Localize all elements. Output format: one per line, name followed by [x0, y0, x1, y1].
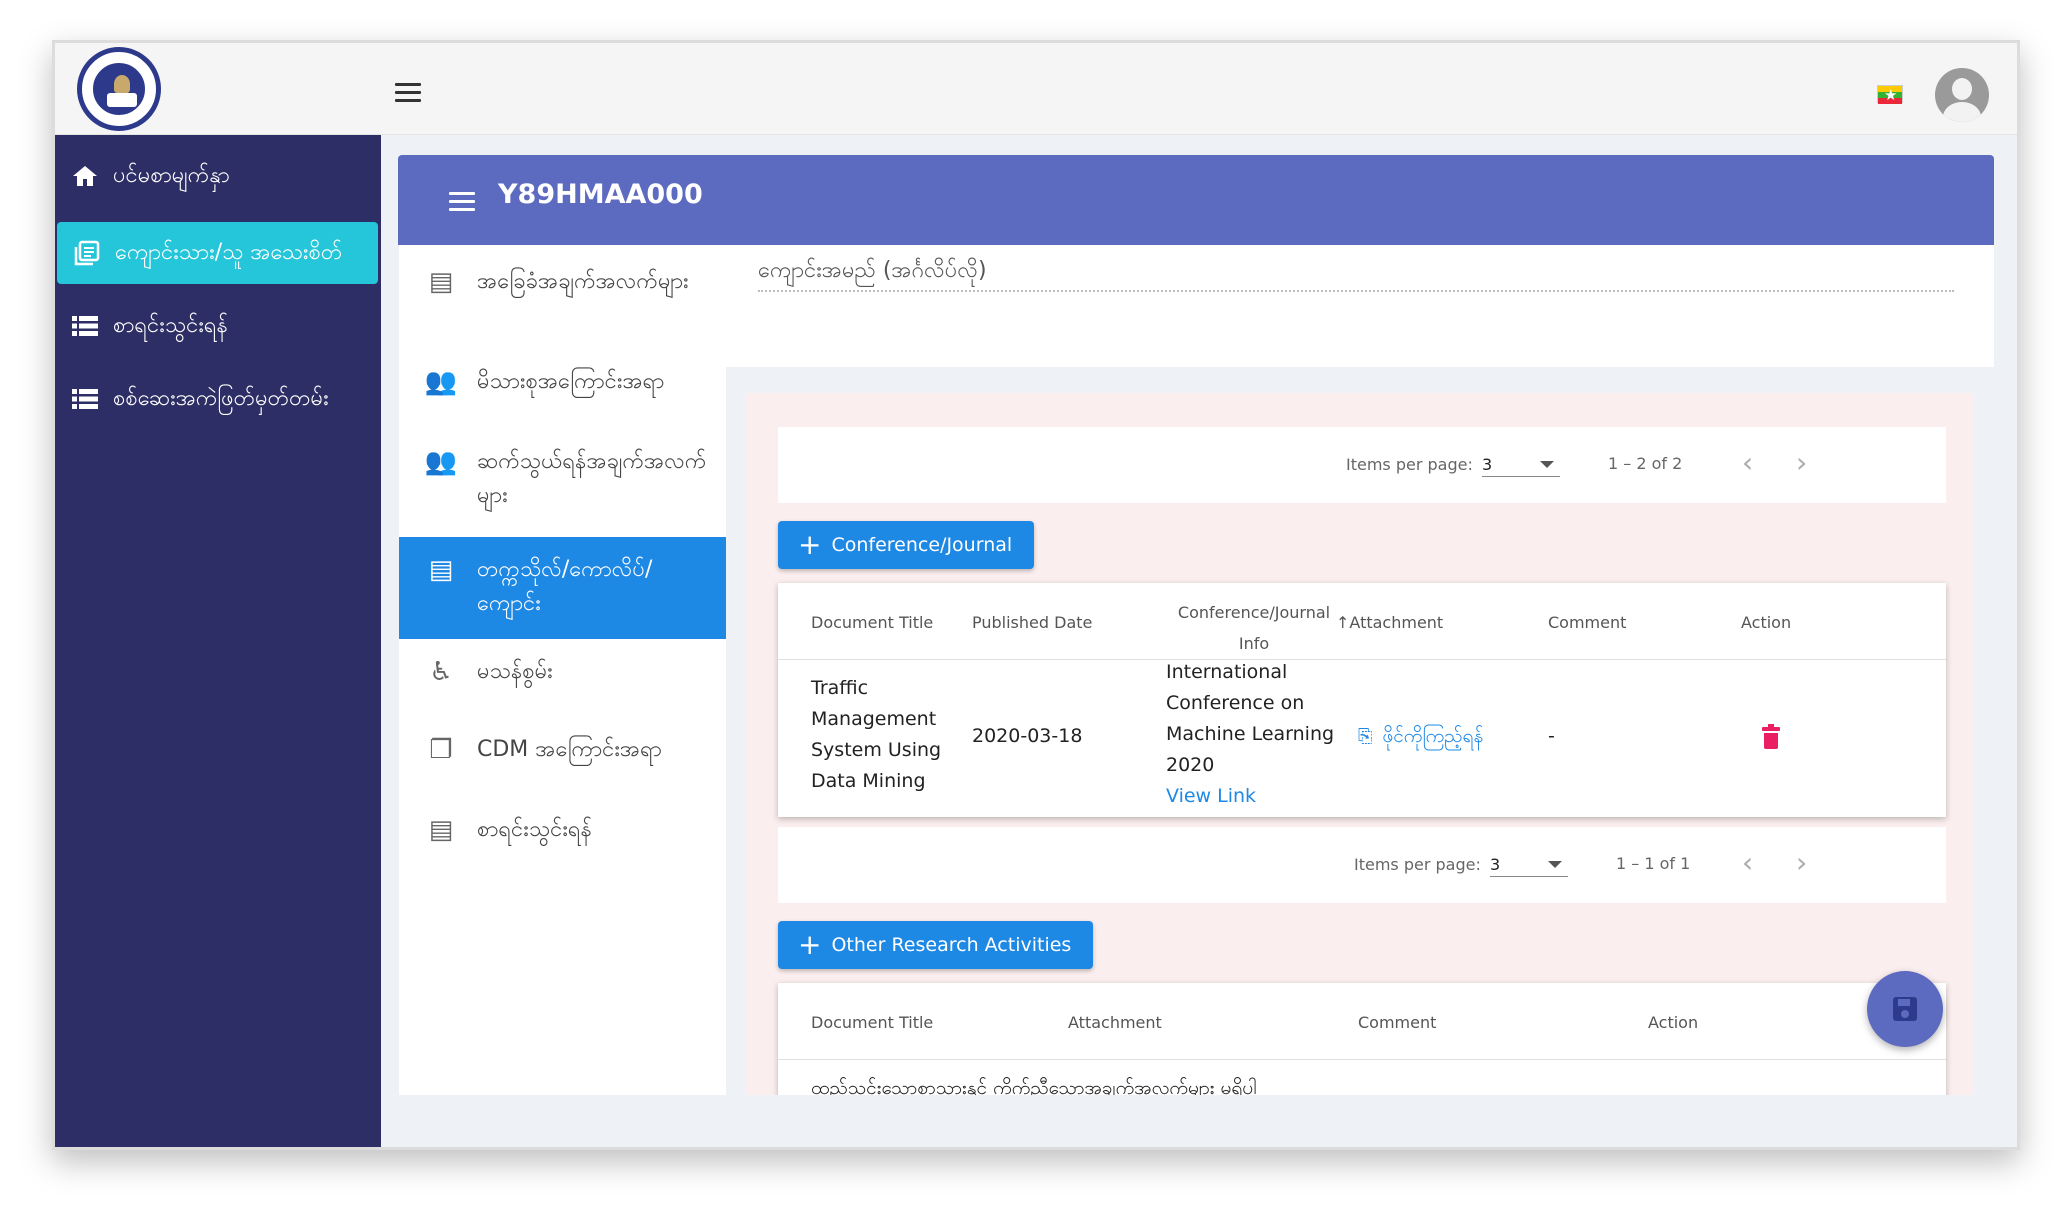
header-divider [778, 1059, 1946, 1060]
prev-page-icon[interactable]: ‹ [1742, 449, 1753, 477]
next-page-icon[interactable]: › [1796, 849, 1807, 877]
tab-contact[interactable]: 👥 ဆက်သွယ်ရန်အချက်အလက်များ [399, 445, 726, 529]
user-avatar[interactable] [1935, 68, 1989, 122]
top-bar: ★ [55, 43, 2017, 135]
attachment-link[interactable]: ⎘ ဖိုင်ကိုကြည့်ရန် [1358, 721, 1483, 752]
school-name-label: ကျောင်းအမည် (အင်္ဂလိပ်လို) [758, 258, 987, 283]
plus-icon: + [798, 528, 822, 561]
dropdown-arrow-icon [1540, 461, 1554, 468]
person-add-icon: 👥 [424, 367, 458, 397]
student-id-title: Y89HMAA000 [498, 179, 703, 210]
next-page-icon[interactable]: › [1796, 449, 1807, 477]
tab-family[interactable]: 👥 မိသားစုအကြောင်းအရာ [399, 365, 726, 421]
other-research-table: Document Title Attachment Comment Action… [778, 983, 1946, 1095]
conference-table: Document Title Published Date Conference… [778, 583, 1946, 817]
header-divider [778, 659, 1946, 660]
column-header-attachment: Attachment [1068, 1013, 1162, 1032]
other-research-paginator: Items per page: 3 1 – 1 of 1 ‹ › [778, 827, 1946, 903]
column-header-comment: Comment [1548, 613, 1627, 632]
page-range: 1 – 1 of 1 [1616, 854, 1691, 873]
page-size-select[interactable]: 3 [1482, 449, 1560, 477]
sidebar-item-home[interactable]: ပင်မစာမျက်နှာ [55, 145, 381, 207]
column-header-conference-info: Conference/Journal Info [1177, 603, 1331, 653]
page-range: 1 – 2 of 2 [1608, 454, 1683, 473]
school-name-field[interactable]: ကျောင်းအမည် (အင်္ဂလိပ်လို) [726, 245, 1994, 367]
file-copy-icon: ❐ [429, 735, 453, 765]
save-button[interactable] [1867, 971, 1943, 1047]
attach-file-icon: ⎘ [1358, 726, 1373, 747]
article-icon: ▤ [428, 815, 454, 845]
items-per-page-label: Items per page: [1354, 855, 1481, 874]
page-size-select[interactable]: 3 [1490, 849, 1568, 877]
tab-university[interactable]: ▤ တက္ကသိုလ်/ကောလိပ်/ကျောင်း [399, 537, 726, 639]
document-title-cell: Traffic Management System Using Data Min… [811, 677, 942, 792]
sidebar-item-assessment-records[interactable]: စစ်ဆေးအကဲဖြတ်မှတ်တမ်း [55, 368, 381, 430]
tab-content: ကျောင်းအမည် (အင်္ဂလိပ်လို) Items per pag… [726, 245, 1994, 1095]
comment-cell: - [1548, 725, 1555, 747]
conference-info-cell: International Conference on Machine Lear… [1166, 661, 1335, 776]
published-date-cell: 2020-03-18 [972, 725, 1083, 747]
column-header-document-title: Document Title [811, 1013, 934, 1032]
person-add-icon: 👥 [424, 447, 458, 477]
app-window: ★ ပင်မစာမျက်နှာ ကျောင်းသား/သူ အသေးစိတ် စ… [52, 40, 2020, 1150]
accessible-icon: ♿ [429, 657, 453, 687]
student-card-header: Y89HMAA000 [398, 155, 1994, 245]
sidebar-item-register[interactable]: စာရင်းသွင်းရန် [55, 295, 381, 357]
sort-arrow-icon: ↑ [1336, 613, 1350, 632]
sidebar-item-student-details[interactable]: ကျောင်းသား/သူ အသေးစိတ် [57, 222, 378, 284]
list-icon [71, 385, 99, 413]
university-logo [77, 47, 161, 131]
conference-paginator: Items per page: 3 1 – 2 of 2 ‹ › [778, 427, 1946, 503]
tab-basic-info[interactable]: ▤ အခြေခံအချက်အလက်များ [399, 265, 726, 355]
column-header-action: Action [1648, 1013, 1699, 1032]
add-conference-button[interactable]: + Conference/Journal [778, 521, 1035, 569]
column-header-attachment[interactable]: ↑Attachment [1336, 613, 1443, 632]
column-header-document-title: Document Title [811, 613, 934, 632]
save-icon [1893, 997, 1917, 1021]
tabs-menu-icon[interactable] [449, 192, 475, 212]
detail-tabs: ▤ အခြေခံအချက်အလက်များ 👥 မိသားစုအကြောင်းအ… [399, 245, 726, 1095]
prev-page-icon[interactable]: ‹ [1742, 849, 1753, 877]
items-per-page-label: Items per page: [1346, 455, 1473, 474]
column-header-comment: Comment [1358, 1013, 1437, 1032]
tab-disability[interactable]: ♿ မသန်စွမ်း [399, 655, 726, 711]
sidebar-item-label: စာရင်းသွင်းရန် [113, 312, 228, 338]
menu-toggle-icon[interactable] [395, 83, 421, 103]
sidebar-item-label: ပင်မစာမျက်နှာ [113, 162, 230, 188]
tab-register[interactable]: ▤ စာရင်းသွင်းရန် [399, 813, 726, 869]
column-header-published-date: Published Date [972, 613, 1093, 632]
view-link[interactable]: View Link [1166, 781, 1256, 812]
tab-cdm[interactable]: ❐ CDM အကြောင်းအရာ [399, 733, 726, 789]
empty-table-message: ထည့်သွင်းသောစာသားနှင့် ကိုက်ညီသောအချက်အလ… [811, 1077, 1257, 1095]
article-icon [73, 239, 101, 267]
school-name-underline [758, 290, 1954, 292]
plus-icon: + [798, 928, 822, 961]
research-panel: Items per page: 3 1 – 2 of 2 ‹ › + Confe… [746, 393, 1974, 1095]
article-icon: ▤ [428, 555, 454, 585]
article-icon: ▤ [428, 267, 454, 297]
dropdown-arrow-icon [1548, 861, 1562, 868]
home-icon [71, 162, 99, 190]
list-icon [71, 312, 99, 340]
add-other-research-button[interactable]: + Other Research Activities [778, 921, 1094, 969]
sidebar: ပင်မစာမျက်နှာ ကျောင်းသား/သူ အသေးစိတ် စာရ… [55, 135, 381, 1147]
sidebar-item-label: စစ်ဆေးအကဲဖြတ်မှတ်တမ်း [113, 385, 329, 411]
delete-icon[interactable] [1762, 724, 1780, 749]
sidebar-item-label: ကျောင်းသား/သူ အသေးစိတ် [115, 239, 343, 265]
myanmar-flag-icon[interactable]: ★ [1877, 85, 1903, 104]
column-header-action: Action [1741, 613, 1792, 632]
